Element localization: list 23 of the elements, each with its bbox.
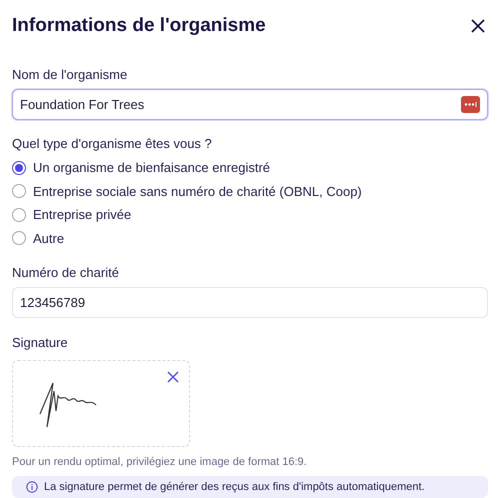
dots-icon [464, 102, 477, 107]
radio-label: Autre [33, 230, 64, 248]
close-icon [471, 19, 485, 34]
remove-button[interactable] [167, 370, 179, 382]
input-field[interactable]: Foundation For Trees [12, 89, 488, 120]
info-text: La signature permet de générer des reçus aux fins d'impôts automatiquement. [44, 480, 425, 495]
radio-button[interactable] [12, 208, 26, 222]
radio-label: Entreprise sociale sans numéro de charité (OBNL, Coop) [33, 182, 362, 201]
password-manager-button[interactable] [461, 96, 480, 113]
radio-button[interactable] [12, 160, 26, 175]
question-label: Quel type d'organisme êtes vous ? [12, 135, 213, 153]
radio-button[interactable] [12, 184, 26, 198]
signature-label: Signature [12, 334, 69, 352]
field-label: Numéro de charité [12, 264, 120, 282]
dialog-title: Informations de l'organisme [12, 14, 266, 38]
field-label: Nom de l'organisme [12, 66, 128, 84]
close-icon [167, 370, 179, 382]
radio-label: Un organisme de bienfaisance enregistré [33, 159, 270, 177]
radio-label: Entreprise privée [33, 206, 132, 224]
input-field[interactable]: 123456789 [12, 287, 488, 318]
info-icon [26, 480, 38, 493]
radio-button[interactable] [12, 231, 26, 246]
hint-text: Pour un rendu optimal, privilégiez une image de format 16:9. [12, 455, 308, 470]
